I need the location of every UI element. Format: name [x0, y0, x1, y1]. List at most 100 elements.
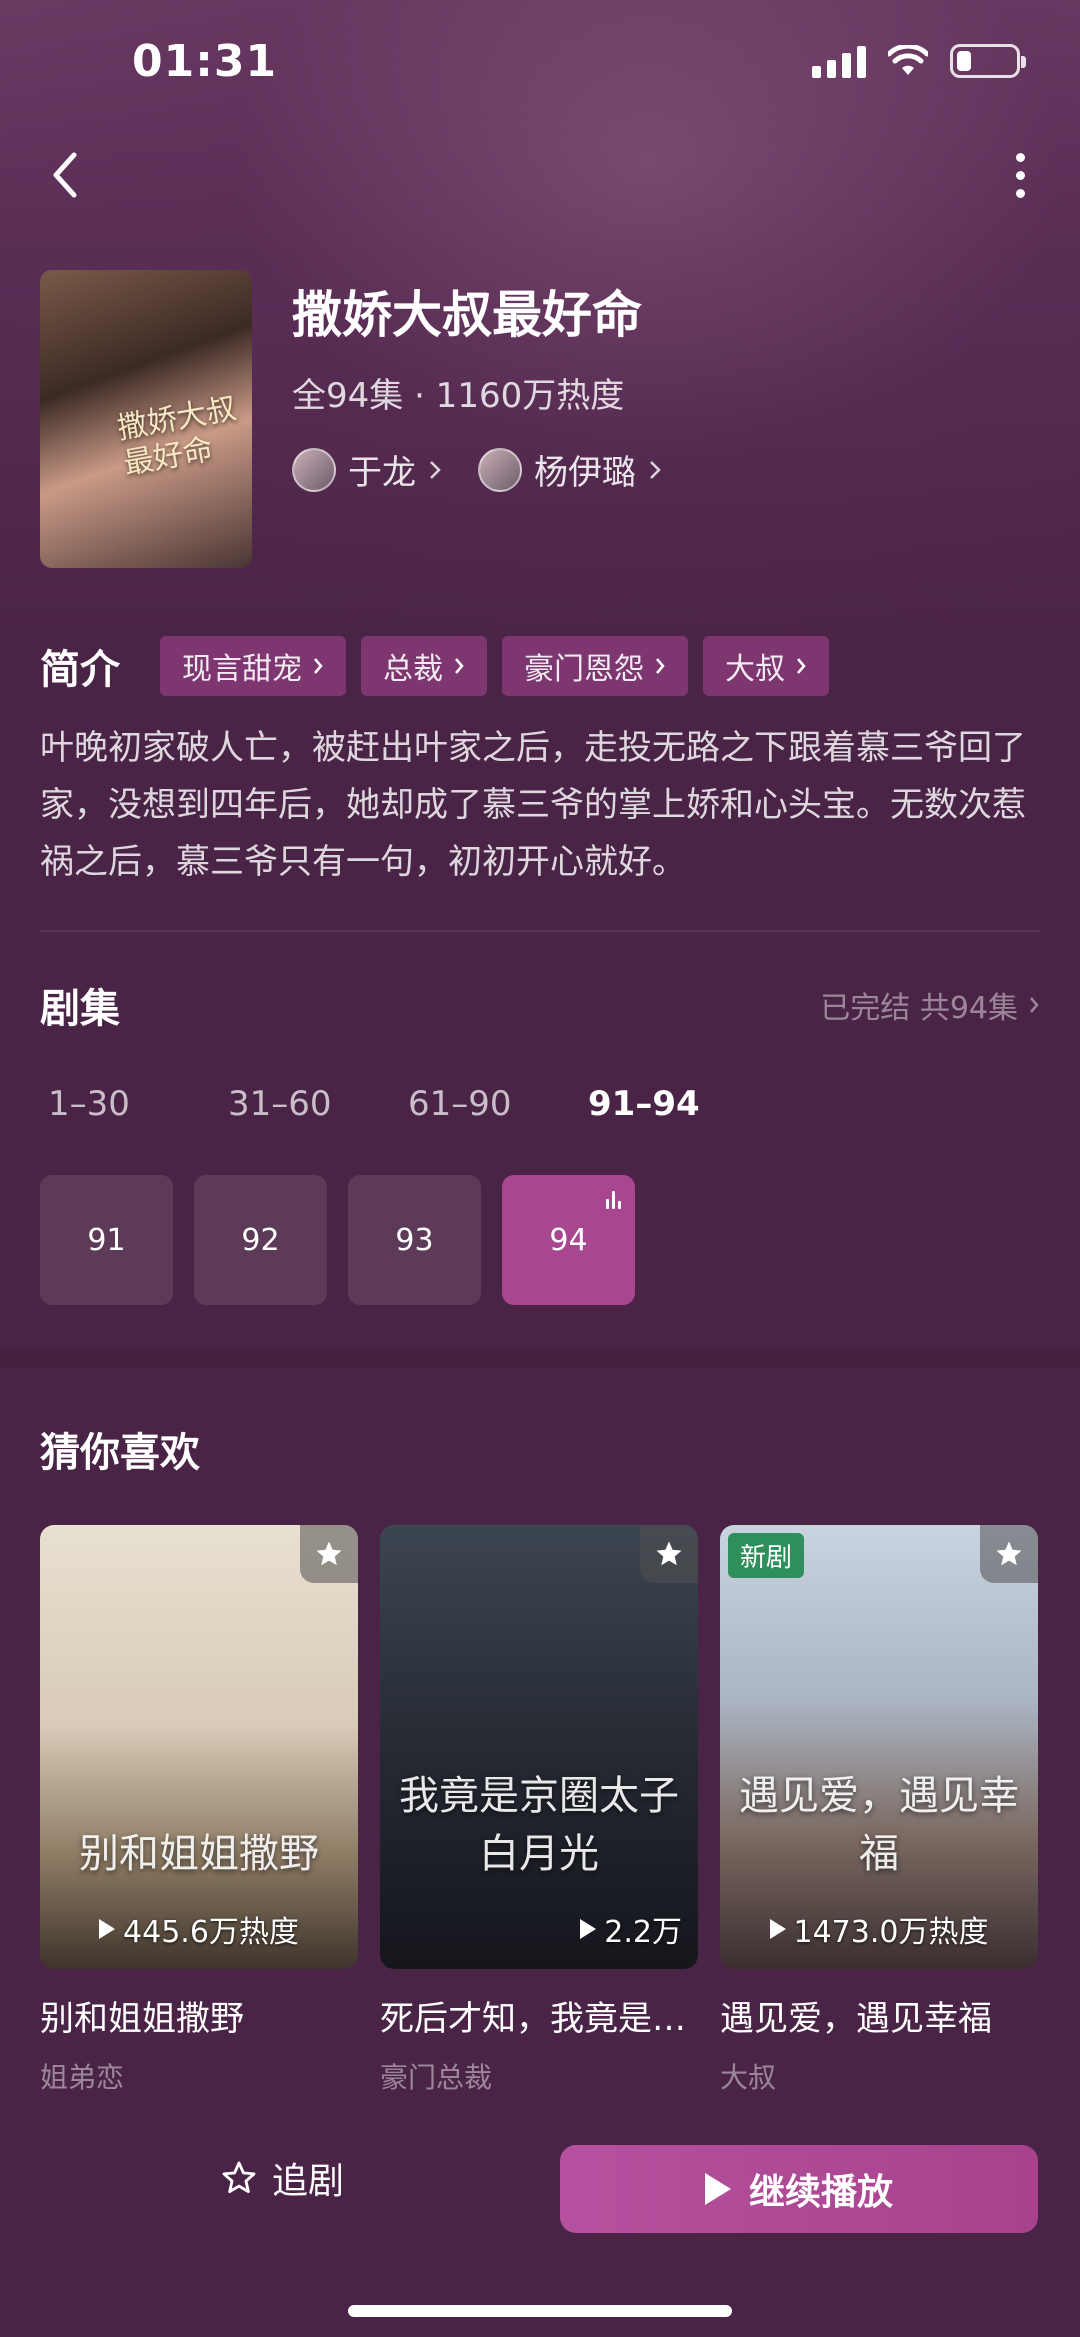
favorite-button[interactable] [640, 1525, 698, 1583]
continue-play-label: 继续播放 [748, 2172, 893, 2213]
card-genre: 豪门总裁 [380, 2061, 493, 2094]
divider [40, 930, 1040, 932]
home-indicator[interactable] [348, 2305, 732, 2317]
chevron-right-icon [1030, 997, 1039, 1013]
chevron-left-icon [53, 152, 77, 198]
new-badge: 新剧 [728, 1533, 805, 1578]
card-genre: 大叔 [720, 2061, 777, 2094]
cast-name: 杨伊璐 [534, 453, 636, 493]
heat-value: 445.6万热度 [123, 1915, 299, 1950]
battery-icon [950, 44, 1026, 78]
range-tab[interactable]: 1–30 [48, 1084, 228, 1124]
episode-button[interactable]: 91 [40, 1175, 173, 1305]
recommend-title: 猜你喜欢 [40, 1430, 200, 1476]
avatar [478, 447, 522, 492]
episode-number: 94 [549, 1222, 588, 1258]
recommend-list: 别和姐姐撒野 445.6万热度 别和姐姐撒野 姐弟恋 我竟是京圈太子白月光 2.… [40, 1525, 1038, 2096]
status-bar: 01:31 [0, 0, 1080, 130]
episodes-status-link[interactable]: 已完结 共94集 [820, 983, 1040, 1027]
range-tab[interactable]: 31–60 [228, 1084, 408, 1124]
play-icon [704, 2173, 731, 2205]
star-icon [316, 1541, 342, 1566]
avatar [292, 447, 336, 492]
play-icon [99, 1919, 116, 1939]
intro-text: 叶晚初家破人亡，被赶出叶家之后，走投无路之下跟着慕三爷回了家，没想到四年后，她却… [40, 728, 1026, 882]
episode-range-tabs: 1–30 31–60 61–90 91–94 [48, 1084, 768, 1124]
card-poster-title-art: 我竟是京圈太子白月光 [399, 1773, 679, 1877]
chevron-right-icon [455, 658, 464, 674]
signal-icon [812, 44, 866, 78]
card-heat: 445.6万热度 [40, 1907, 358, 1951]
card-heat: 1473.0万热度 [720, 1907, 1038, 1951]
star-icon [996, 1541, 1022, 1566]
card-poster[interactable]: 我竟是京圈太子白月光 2.2万 [380, 1525, 698, 1969]
poster-title-art: 撒娇大叔最好命 [114, 391, 240, 482]
card-poster[interactable]: 别和姐姐撒野 445.6万热度 [40, 1525, 358, 1969]
episode-button-playing[interactable]: 94 [502, 1175, 635, 1305]
chevron-right-icon [797, 658, 806, 674]
episode-number: 92 [241, 1222, 280, 1258]
card-name: 死后才知，我竟是… [380, 1999, 686, 2039]
recommend-card[interactable]: 别和姐姐撒野 445.6万热度 别和姐姐撒野 姐弟恋 [40, 1525, 358, 2096]
card-heat: 2.2万 [380, 1907, 698, 1951]
chevron-right-icon [650, 460, 661, 479]
episode-button[interactable]: 93 [348, 1175, 481, 1305]
star-icon [656, 1541, 682, 1566]
chevron-right-icon [430, 460, 441, 479]
episodes-title: 剧集 [40, 986, 120, 1032]
genre-tag[interactable]: 总裁 [361, 636, 487, 696]
episode-number: 91 [87, 1222, 126, 1258]
genre-tag[interactable]: 豪门恩怨 [502, 636, 688, 696]
follow-button[interactable]: 追剧 [220, 2152, 344, 2204]
genre-tag[interactable]: 大叔 [703, 636, 829, 696]
more-dot-icon [1015, 152, 1025, 162]
tag-label: 现言甜宠 [182, 652, 302, 687]
heat-value: 2.2万 [604, 1915, 682, 1950]
status-time: 01:31 [132, 36, 278, 87]
range-tab[interactable]: 61–90 [408, 1084, 588, 1124]
episode-button[interactable]: 92 [194, 1175, 327, 1305]
recommend-card[interactable]: 新剧 遇见爱，遇见幸福 1473.0万热度 遇见爱，遇见幸福 大叔 [720, 1525, 1038, 2096]
section-separator [0, 1350, 1080, 1368]
back-button[interactable] [40, 140, 90, 210]
card-poster[interactable]: 新剧 遇见爱，遇见幸福 1473.0万热度 [720, 1525, 1038, 1969]
drama-poster[interactable]: 撒娇大叔最好命 [40, 270, 252, 568]
episode-number: 93 [395, 1222, 434, 1258]
drama-meta: 全94集 · 1160万热度 [292, 376, 625, 416]
more-dot-icon [1015, 170, 1025, 180]
cast-item[interactable]: 杨伊璐 [478, 445, 662, 494]
tag-label: 总裁 [383, 652, 443, 687]
playing-indicator-icon [606, 1191, 621, 1209]
tag-label: 豪门恩怨 [524, 652, 644, 687]
card-name: 遇见爱，遇见幸福 [720, 1999, 992, 2039]
card-poster-title-art: 别和姐姐撒野 [79, 1831, 319, 1877]
card-name: 别和姐姐撒野 [40, 1999, 244, 2039]
status-icons [812, 44, 1026, 78]
genre-tag[interactable]: 现言甜宠 [160, 636, 346, 696]
chevron-right-icon [314, 658, 323, 674]
star-outline-icon [222, 2161, 256, 2194]
card-poster-title-art: 遇见爱，遇见幸福 [739, 1773, 1019, 1877]
follow-label: 追剧 [272, 2161, 345, 2202]
wifi-icon [888, 45, 928, 75]
favorite-button[interactable] [300, 1525, 358, 1583]
tag-label: 大叔 [725, 652, 785, 687]
cast-item[interactable]: 于龙 [292, 445, 442, 494]
more-dot-icon [1015, 188, 1025, 198]
play-icon [769, 1919, 786, 1939]
heat-value: 1473.0万热度 [793, 1915, 989, 1950]
play-icon [580, 1919, 597, 1939]
recommend-card[interactable]: 我竟是京圈太子白月光 2.2万 死后才知，我竟是… 豪门总裁 [380, 1525, 698, 2096]
chevron-right-icon [656, 658, 665, 674]
intro-label: 简介 [40, 647, 120, 693]
continue-play-button[interactable]: 继续播放 [560, 2145, 1038, 2233]
cast-list: 于龙 杨伊璐 [292, 445, 662, 494]
episodes-status: 已完结 共94集 [820, 991, 1018, 1026]
drama-title: 撒娇大叔最好命 [292, 286, 642, 344]
more-button[interactable] [1000, 140, 1040, 210]
episode-grid: 91 92 93 94 [40, 1175, 635, 1305]
episodes-header: 剧集 已完结 共94集 [40, 976, 1040, 1034]
intro-header: 简介 现言甜宠 总裁 豪门恩怨 大叔 [40, 636, 844, 696]
favorite-button[interactable] [980, 1525, 1038, 1583]
range-tab-active[interactable]: 91–94 [588, 1084, 768, 1124]
